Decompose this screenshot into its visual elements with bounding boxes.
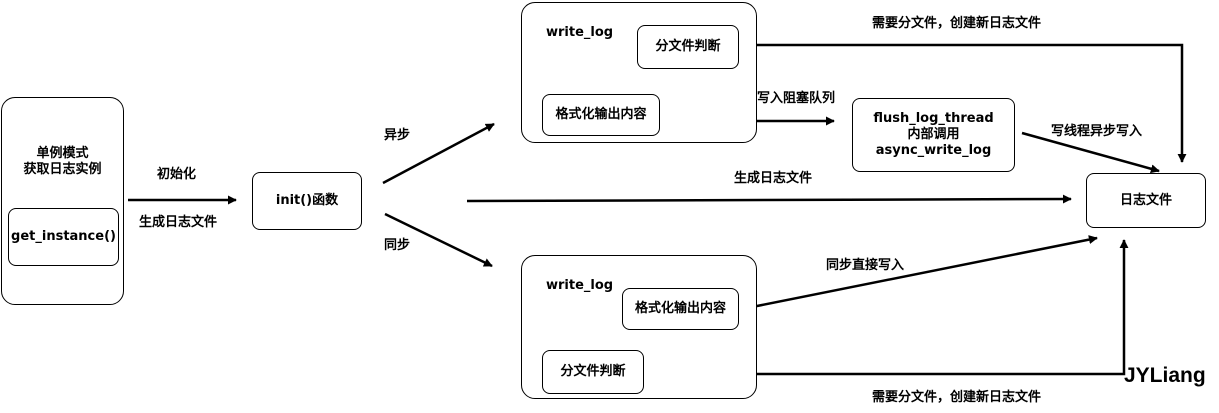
edge-label-init: 初始化 — [157, 167, 197, 182]
async-format-node[interactable]: 格式化输出内容 — [542, 94, 660, 136]
flow-diagram: 单例模式 获取日志实例 get_instance() init()函数 writ… — [0, 0, 1219, 413]
edge-label-split-new-top: 需要分文件，创建新日志文件 — [872, 16, 1042, 31]
sync-split-label: 分文件判断 — [560, 364, 626, 379]
async-format-label: 格式化输出内容 — [555, 107, 647, 122]
edge-label-gen-file-mid: 生成日志文件 — [734, 171, 813, 186]
get-instance-node[interactable]: get_instance() — [8, 208, 119, 266]
sync-write-log-group: write_log 格式化输出内容 分文件判断 — [521, 255, 757, 399]
edge-label-sync-direct: 同步直接写入 — [826, 258, 905, 273]
edge-label-async: 异步 — [384, 128, 411, 143]
flush-thread-label: flush_log_thread 内部调用 async_write_log — [873, 111, 994, 158]
arrow-init-to-logfile — [466, 194, 1072, 204]
init-node[interactable]: init()函数 — [252, 172, 362, 230]
async-split-label: 分文件判断 — [655, 39, 721, 54]
sync-group-title: write_log — [546, 278, 614, 293]
log-file-node[interactable]: 日志文件 — [1086, 173, 1206, 228]
edge-label-to-queue: 写入阻塞队列 — [757, 91, 836, 106]
async-write-log-group: write_log 分文件判断 格式化输出内容 — [521, 2, 757, 143]
async-group-title: write_log — [546, 25, 614, 40]
async-split-node[interactable]: 分文件判断 — [637, 25, 739, 69]
edge-label-gen-file-left: 生成日志文件 — [139, 215, 218, 230]
sync-format-node[interactable]: 格式化输出内容 — [622, 288, 739, 330]
singleton-group: 单例模式 获取日志实例 get_instance() — [1, 97, 124, 305]
init-label: init()函数 — [275, 193, 339, 208]
watermark-text: JYLiang — [1124, 364, 1206, 387]
edge-label-thread-write: 写线程异步写入 — [1051, 124, 1143, 139]
flush-thread-node[interactable]: flush_log_thread 内部调用 async_write_log — [852, 98, 1015, 172]
log-file-label: 日志文件 — [1119, 192, 1172, 208]
arrow-sync-format-to-logfile — [751, 235, 1098, 309]
get-instance-label: get_instance() — [11, 229, 116, 244]
sync-format-label: 格式化输出内容 — [634, 301, 726, 316]
sync-split-node[interactable]: 分文件判断 — [542, 350, 644, 394]
singleton-group-title: 单例模式 获取日志实例 — [23, 146, 102, 177]
edge-label-sync: 同步 — [384, 238, 411, 253]
edge-label-split-new-bottom: 需要分文件，创建新日志文件 — [872, 390, 1042, 405]
